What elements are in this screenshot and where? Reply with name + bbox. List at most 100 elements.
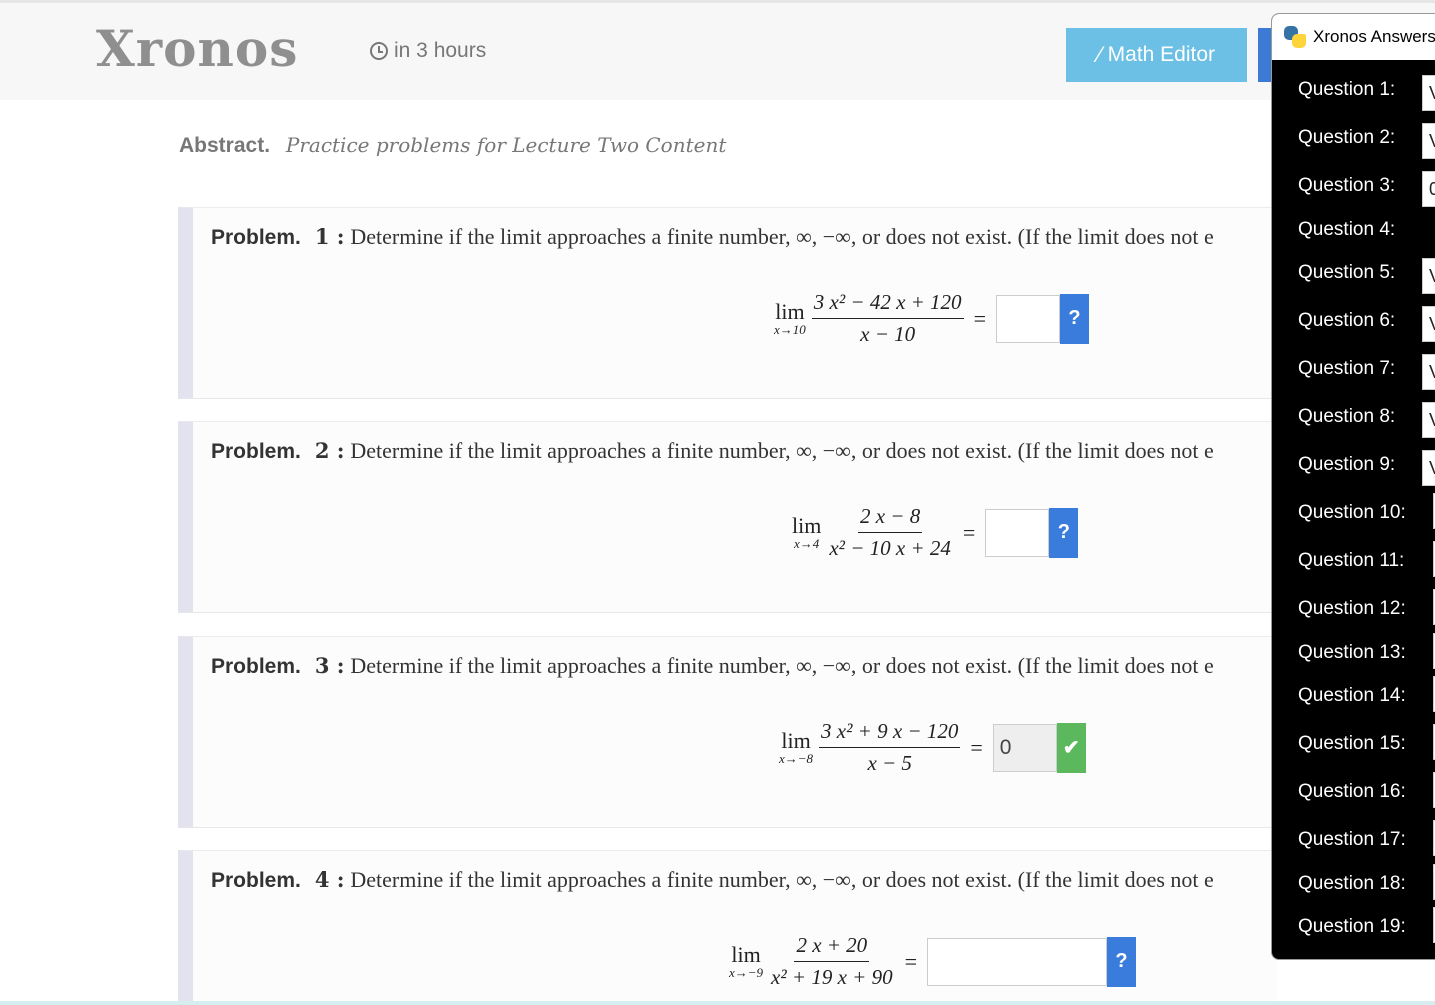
answer-input[interactable] [995, 294, 1060, 343]
timer-text: in 3 hours [394, 39, 487, 62]
answers-window: Xronos Answers Question 1: Question 2: Que… [1271, 13, 1435, 960]
problem-label: Problem. [211, 440, 301, 463]
sidebar-answer-input[interactable] [1422, 171, 1435, 207]
bottom-border [0, 1001, 1435, 1005]
limit-expression: lim x→10 3 x² − 42 x + 120 x − 10 = ? [774, 290, 1089, 347]
problem-text: Determine if the limit approaches a fini… [350, 867, 1214, 892]
limit-operator: lim x→−9 [729, 941, 764, 980]
problem-number: 1 : [314, 224, 345, 249]
problem-number: 2 : [314, 438, 345, 463]
sidebar-answer-input[interactable] [1422, 306, 1435, 342]
problem-label: Problem. [211, 226, 301, 249]
sidebar-answer-input[interactable] [1422, 450, 1435, 486]
denominator: x − 5 [867, 751, 912, 775]
problem-label: Problem. [211, 655, 301, 678]
help-button[interactable]: ? [1059, 293, 1089, 344]
equals-sign: = [970, 734, 983, 760]
problem-label: Problem. [211, 869, 301, 892]
equals-sign: = [962, 519, 976, 545]
numerator: 2 x − 8 [857, 504, 923, 533]
abstract-text: Practice problems for Lecture Two Conten… [285, 133, 727, 157]
sidebar-question-label: Question 14: [1298, 685, 1406, 706]
problem-card: Problem. 3 : Determine if the limit appro… [178, 636, 1278, 828]
math-editor-label: Math Editor [1107, 43, 1216, 66]
sidebar-question-label: Question 9: [1298, 454, 1396, 475]
math-editor-button[interactable]: ⁄ Math Editor [1066, 28, 1247, 82]
header-bar: Xronos in 3 hours ⁄ Math Editor [0, 3, 1435, 100]
app-logo[interactable]: Xronos [96, 19, 298, 78]
limit-operator: lim x→−8 [779, 727, 814, 766]
problem-statement: Problem. 4 : Determine if the limit appro… [211, 867, 1214, 893]
problem-number: 4 : [314, 867, 345, 892]
sidebar-question-label: Question 19: [1298, 916, 1406, 937]
sidebar-question-label: Question 2: [1298, 127, 1396, 148]
help-button[interactable]: ? [1107, 936, 1136, 987]
fraction: 2 x + 20 x² + 19 x + 90 [769, 933, 895, 990]
equals-sign: = [973, 305, 986, 331]
problem-text: Determine if the limit approaches a fini… [350, 438, 1214, 463]
problem-text: Determine if the limit approaches a fini… [350, 224, 1214, 249]
denominator: x − 10 [860, 322, 916, 346]
answers-window-title: Xronos Answers [1313, 27, 1435, 46]
sidebar-answer-input[interactable] [1422, 75, 1435, 111]
correct-check-icon: ✔ [1056, 722, 1086, 773]
limit-expression: lim x→−9 2 x + 20 x² + 19 x + 90 = ? [729, 933, 1136, 990]
answer-input[interactable] [992, 723, 1057, 772]
limit-operator: lim x→10 [774, 298, 806, 337]
numerator: 3 x² + 9 x − 120 [819, 719, 961, 748]
sidebar-question-label: Question 16: [1298, 781, 1406, 802]
answer-input[interactable] [927, 937, 1107, 986]
problem-statement: Problem. 3 : Determine if the limit appro… [211, 653, 1214, 679]
sidebar-question-label: Question 7: [1298, 358, 1396, 379]
sidebar-question-label: Question 6: [1298, 310, 1396, 331]
numerator: 2 x + 20 [794, 933, 870, 962]
problem-statement: Problem. 1 : Determine if the limit appro… [211, 224, 1214, 250]
python-icon [1284, 26, 1306, 48]
denominator: x² − 10 x + 24 [829, 536, 951, 560]
sidebar-answer-input[interactable] [1422, 258, 1435, 294]
problem-card: Problem. 4 : Determine if the limit appro… [178, 850, 1278, 1005]
sidebar-question-label: Question 3: [1298, 175, 1396, 196]
sidebar-answer-input[interactable] [1422, 123, 1435, 159]
timer: in 3 hours [370, 39, 486, 63]
limit-subscript: x→10 [774, 321, 806, 337]
sidebar-question-label: Question 5: [1298, 262, 1396, 283]
problem-number: 3 : [314, 653, 345, 678]
denominator: x² + 19 x + 90 [771, 965, 893, 989]
equals-sign: = [904, 948, 917, 974]
answer-input[interactable] [985, 508, 1050, 557]
sidebar-question-label: Question 17: [1298, 829, 1406, 850]
sidebar-question-label: Question 1: [1298, 79, 1396, 100]
limit-operator: lim x→4 [792, 512, 822, 551]
limit-expression: lim x→4 2 x − 8 x² − 10 x + 24 = ? [792, 504, 1079, 561]
sidebar-question-label: Question 4: [1298, 219, 1396, 240]
problem-statement: Problem. 2 : Determine if the limit appro… [211, 438, 1214, 464]
problem-card: Problem. 2 : Determine if the limit appro… [178, 421, 1278, 613]
sidebar-question-label: Question 15: [1298, 733, 1406, 754]
numerator: 3 x² − 42 x + 120 [811, 290, 964, 319]
sidebar-question-label: Question 12: [1298, 598, 1406, 619]
problem-card: Problem. 1 : Determine if the limit appro… [178, 207, 1278, 399]
fraction: 3 x² + 9 x − 120 x − 5 [819, 719, 961, 776]
fraction: 2 x − 8 x² − 10 x + 24 [827, 504, 953, 561]
magic-wand-icon: ⁄ [1097, 42, 1102, 67]
limit-subscript: x→−8 [779, 750, 814, 766]
limit-subscript: x→−9 [729, 964, 764, 980]
partial-button[interactable] [1258, 28, 1272, 82]
sidebar-question-label: Question 11: [1298, 550, 1405, 571]
limit-subscript: x→4 [794, 535, 820, 551]
abstract: Abstract. Practice problems for Lecture … [179, 133, 726, 158]
sidebar-question-label: Question 13: [1298, 642, 1406, 663]
sidebar-answer-input[interactable] [1422, 402, 1435, 438]
help-button[interactable]: ? [1049, 507, 1079, 558]
problem-text: Determine if the limit approaches a fini… [350, 653, 1214, 678]
sidebar-question-label: Question 18: [1298, 873, 1406, 894]
fraction: 3 x² − 42 x + 120 x − 10 [811, 290, 964, 347]
sidebar-answer-input[interactable] [1422, 354, 1435, 390]
answers-window-titlebar[interactable]: Xronos Answers [1272, 14, 1435, 60]
sidebar-question-label: Question 8: [1298, 406, 1396, 427]
limit-expression: lim x→−8 3 x² + 9 x − 120 x − 5 = ✔ [779, 719, 1086, 776]
abstract-label: Abstract. [179, 134, 271, 157]
clock-icon [370, 42, 388, 60]
sidebar-question-label: Question 10: [1298, 502, 1406, 523]
